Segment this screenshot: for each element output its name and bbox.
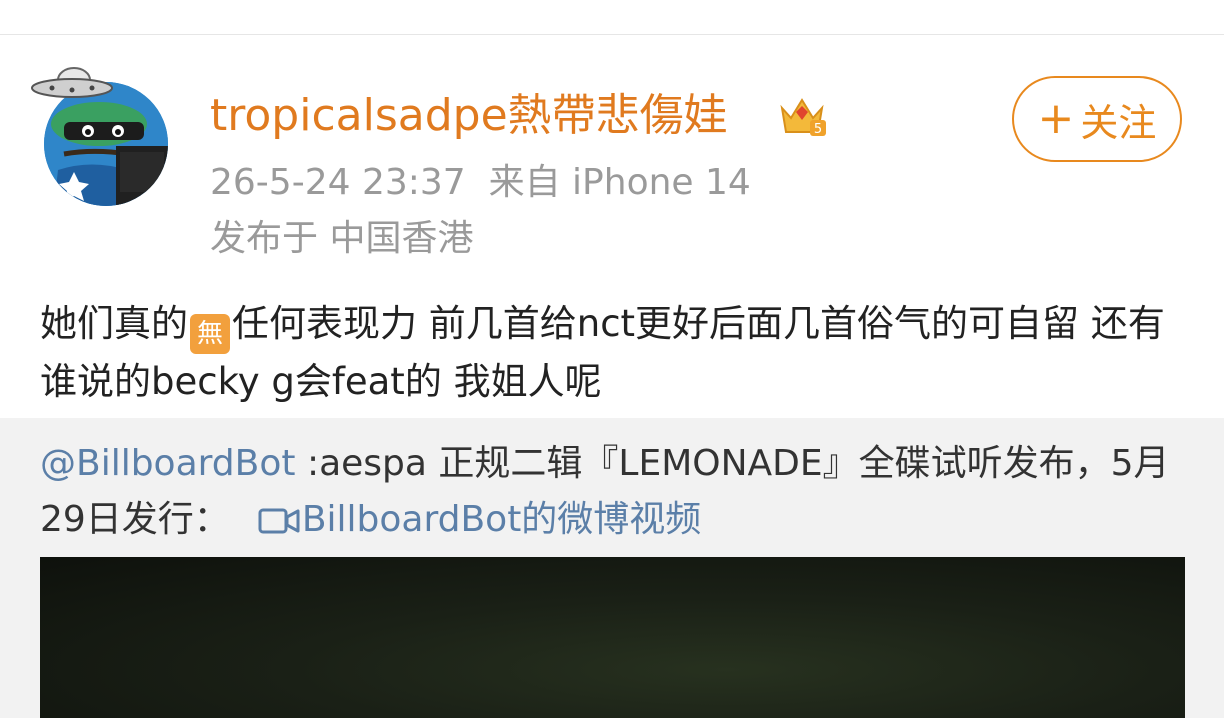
repost-text: @BillboardBot :aespa 正规二辑『LEMONADE』全碟试听发… [40,436,1190,548]
post-source: 来自 iPhone 14 [488,162,751,203]
username[interactable]: tropicalsadpe熱帶悲傷娃 [210,90,728,142]
svg-text:5: 5 [814,122,822,137]
post-text: 她们真的無任何表现力 前几首给nct更好后面几首俗气的可自留 还有谁说的beck… [40,296,1190,410]
post-timestamp: 26-5-24 23:37 [210,162,466,203]
post-location: 发布于 中国香港 [210,218,474,259]
plus-icon: + [1037,93,1075,144]
video-link[interactable]: BillboardBot的微博视频 [302,499,702,540]
top-bar [0,0,1224,35]
video-icon [258,508,300,534]
post-text-part1: 她们真的 [40,302,188,345]
follow-label: 关注 [1080,100,1157,145]
repost-mention-link[interactable]: @BillboardBot [40,443,296,484]
video-thumbnail[interactable] [40,557,1185,718]
follow-button[interactable]: + 关注 [1012,76,1182,162]
post-meta: 26-5-24 23:37 来自 iPhone 14 [210,160,751,206]
wu-emoji-icon: 無 [190,314,230,354]
ufo-icon [31,67,113,98]
crown-icon[interactable]: 5 [778,92,826,138]
